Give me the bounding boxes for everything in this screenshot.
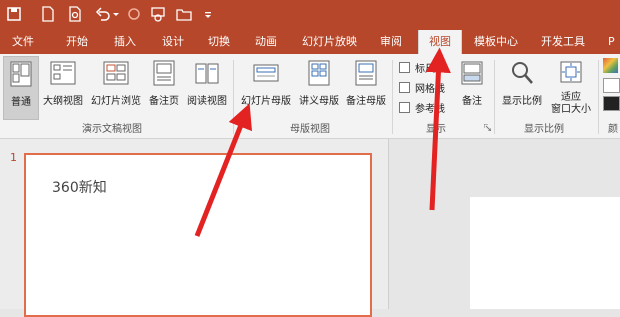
arrow-to-slide-master	[194, 103, 253, 237]
annotation-arrows	[194, 47, 451, 237]
arrow-to-view-tab	[425, 47, 451, 211]
